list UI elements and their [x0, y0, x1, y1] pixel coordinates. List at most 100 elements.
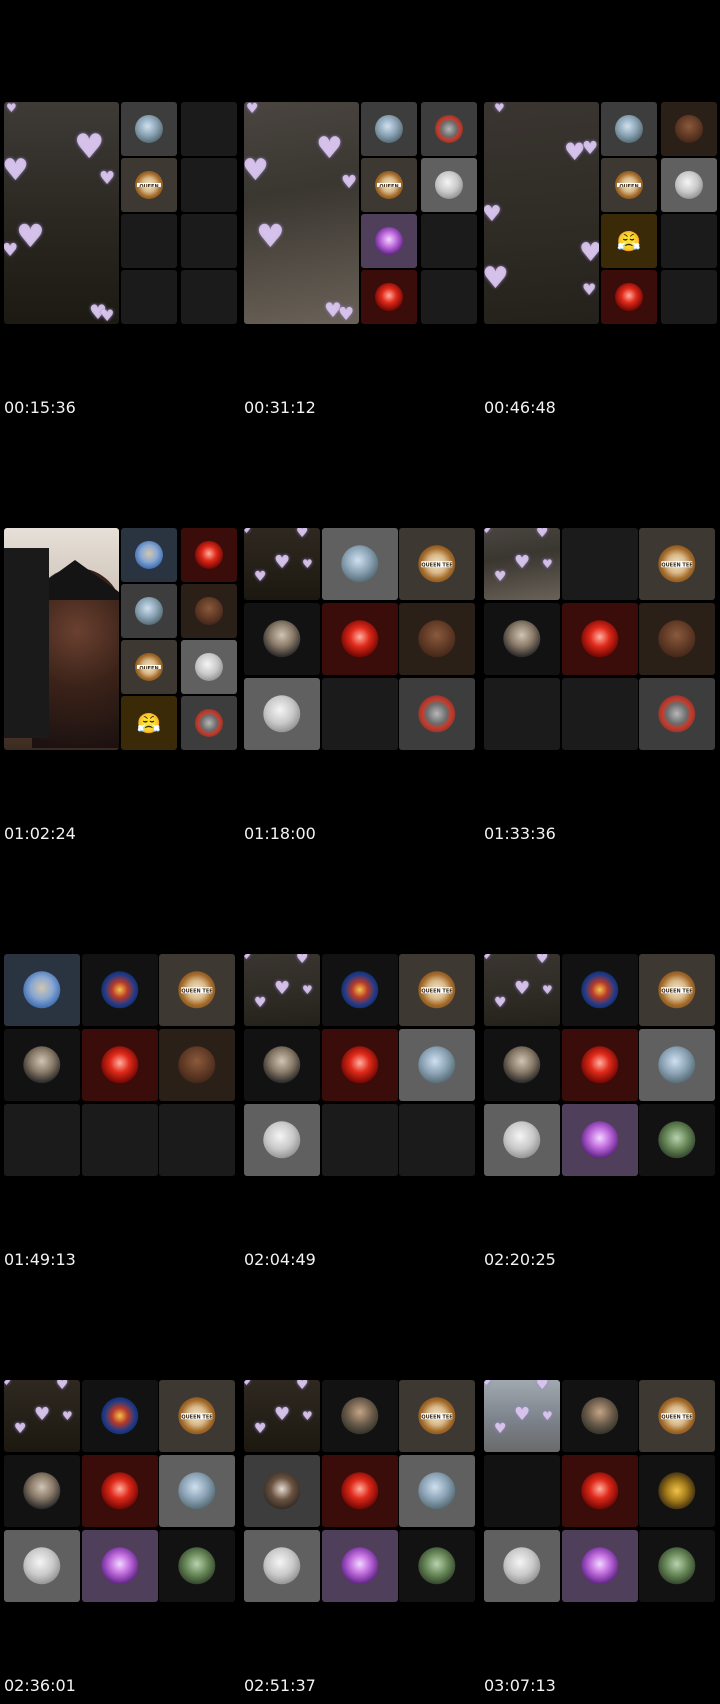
participant-tile: [421, 158, 477, 212]
participant-tile: [181, 158, 237, 212]
heart-icon: ♥: [4, 240, 19, 261]
heart-icon: ♥: [494, 995, 507, 1011]
participant-tile: [561, 1104, 638, 1176]
participant-tile: [421, 270, 477, 324]
participant-avatar: QUEEN TEE: [658, 971, 696, 1009]
participant-tile: ♥ ♥ ♥ ♥ ♥: [244, 1380, 320, 1452]
heart-icon: ♥: [296, 528, 309, 541]
participant-avatar: [418, 695, 456, 733]
participant-tile: [4, 1530, 80, 1602]
heart-icon: ♥: [244, 1380, 251, 1388]
participant-avatar: QUEEN TEE: [418, 1397, 456, 1435]
participant-avatar: [263, 1472, 301, 1510]
participant-tile: [181, 102, 237, 156]
participant-avatar: [194, 540, 224, 570]
participant-avatar: [178, 1472, 216, 1510]
heart-icon: ♥: [100, 306, 115, 324]
participant-tile: QUEEN TEE: [399, 528, 475, 600]
participant-avatar: [580, 620, 619, 658]
video-thumbnail[interactable]: ♥ ♥ ♥ ♥ ♥ QUEEN TEE: [484, 1380, 715, 1602]
participant-tile: ♥ ♥ ♥ ♥ ♥: [484, 528, 560, 600]
video-thumbnail[interactable]: ♥♥♥♥♥♥♥QUEEN TEE: [244, 102, 477, 324]
logo-text: QUEEN TEE: [421, 1413, 453, 1419]
timestamp-label: 00:46:48: [484, 398, 556, 417]
participant-tile: [121, 214, 177, 268]
participant-avatar: [580, 1547, 619, 1585]
heart-icon: ♥: [494, 102, 505, 115]
participant-avatar: [418, 620, 456, 658]
participant-avatar: [23, 1472, 61, 1510]
video-thumbnail[interactable]: ♥ ♥ ♥ ♥ ♥ QUEEN TEE: [244, 528, 475, 750]
participant-avatar: [658, 695, 696, 733]
participant-tile: [81, 1380, 158, 1452]
participant-tile: [321, 1380, 398, 1452]
heart-icon: ♥: [274, 978, 291, 999]
participant-avatar: 😤: [615, 227, 643, 255]
timestamp-label: 03:07:13: [484, 1676, 556, 1695]
timestamp-label: 01:33:36: [484, 824, 556, 843]
participant-avatar: QUEEN TEE: [658, 1397, 696, 1435]
participant-avatar: [658, 1547, 696, 1585]
heart-icon: ♥: [244, 528, 251, 536]
participant-avatar: [178, 1547, 216, 1585]
video-thumbnail[interactable]: ♥ ♥ ♥ ♥ ♥ QUEEN TEE: [484, 528, 715, 750]
participant-tile: [181, 584, 237, 638]
participant-tile: ♥ ♥ ♥ ♥ ♥ ♥ ♥ ♥: [4, 102, 119, 324]
participant-tile: [321, 528, 398, 600]
participant-tile: [121, 528, 177, 582]
participant-tile: [244, 1029, 320, 1101]
logo-text: QUEEN TEE: [181, 987, 213, 993]
participant-tile: [121, 102, 177, 156]
participant-tile: QUEEN TEE: [399, 954, 475, 1026]
timestamp-label: 02:20:25: [484, 1250, 556, 1269]
heart-icon: ♥: [582, 138, 599, 159]
video-thumbnail[interactable]: ♥♥♥♥♥♥♥♥ QUEEN TEE: [4, 102, 237, 324]
participant-tile: ♥ ♥ ♥ ♥ ♥: [4, 1380, 80, 1452]
participant-tile: [399, 678, 475, 750]
participant-avatar: [434, 114, 464, 144]
participant-avatar: QUEEN TEE: [134, 170, 164, 200]
logo-text: QUEEN TEE: [377, 182, 401, 188]
timestamp-label: 01:18:00: [244, 824, 316, 843]
logo-text: QUEEN TEE: [421, 987, 453, 993]
video-thumbnail[interactable]: ♥ ♥ ♥ ♥ ♥ QUEEN TEE: [244, 954, 475, 1176]
participant-tile: [399, 1455, 475, 1527]
video-thumbnail[interactable]: QUEEN TEE 😤: [4, 528, 237, 750]
video-thumbnail[interactable]: ♥ ♥ ♥ ♥ ♥ QUEEN TEE: [244, 1380, 475, 1602]
video-thumbnail[interactable]: ♥ ♥ ♥ ♥ ♥ QUEEN TEE: [484, 954, 715, 1176]
participant-tile: ♥ ♥ ♥ ♥ ♥: [244, 528, 320, 600]
heart-icon: ♥: [514, 978, 531, 999]
participant-tile: [4, 1455, 80, 1527]
participant-tile: [639, 1455, 715, 1527]
participant-avatar: [658, 620, 696, 658]
participant-tile: [639, 678, 715, 750]
participant-tile: [361, 270, 417, 324]
participant-avatar: [134, 596, 164, 626]
participant-tile: [561, 1380, 638, 1452]
video-thumbnail[interactable]: ♥♥♥♥♥♥♥QUEEN TEE😤: [484, 102, 717, 324]
participant-avatar: QUEEN TEE: [134, 652, 164, 682]
logo-text: QUEEN TEE: [661, 987, 693, 993]
participant-tile: [244, 1530, 320, 1602]
emoji-icon: 😤: [616, 229, 642, 253]
participant-tile: 😤: [601, 214, 657, 268]
participant-tile: [181, 696, 237, 750]
timestamp-label: 02:04:49: [244, 1250, 316, 1269]
heart-icon: ♥: [302, 983, 313, 997]
heart-icon: ♥: [244, 954, 251, 962]
video-thumbnail[interactable]: ♥ ♥ ♥ ♥ ♥ QUEEN TEE: [4, 1380, 235, 1602]
participant-avatar: [194, 652, 224, 682]
logo-text: QUEEN TEE: [181, 1413, 213, 1419]
participant-tile: ♥ ♥ ♥ ♥ ♥ ♥ ♥: [484, 102, 599, 324]
participant-avatar: QUEEN TEE: [178, 1397, 216, 1435]
participant-tile: QUEEN TEE: [601, 158, 657, 212]
participant-tile: [484, 1530, 560, 1602]
participant-tile: [661, 102, 717, 156]
heart-icon: ♥: [484, 1380, 491, 1388]
logo-text: QUEEN TEE: [421, 561, 453, 567]
participant-avatar: [503, 620, 541, 658]
participant-tile: QUEEN TEE: [159, 1380, 235, 1452]
logo-text: QUEEN TEE: [137, 182, 161, 188]
video-thumbnail[interactable]: QUEEN TEE: [4, 954, 235, 1176]
heart-icon: ♥: [256, 217, 285, 255]
